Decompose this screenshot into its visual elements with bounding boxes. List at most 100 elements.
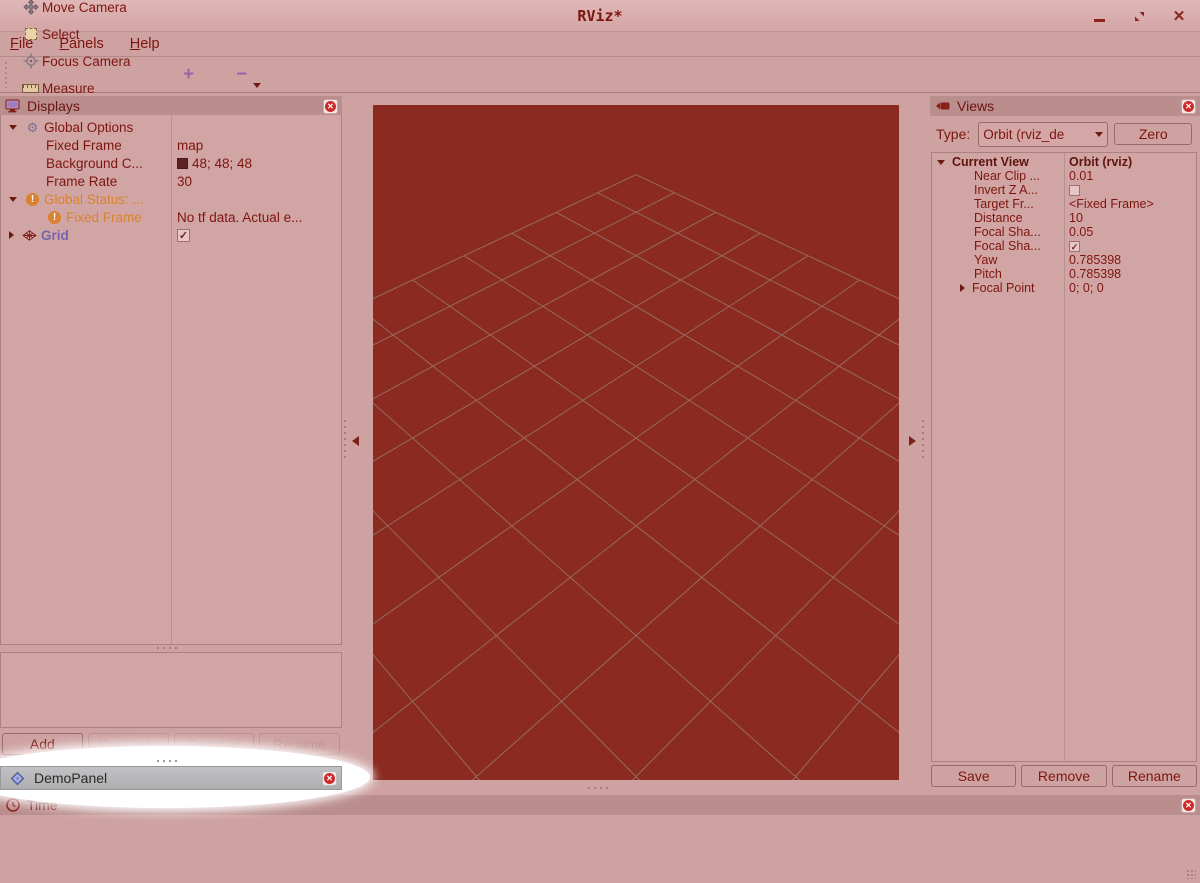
toolbar-drag-handle[interactable] [5,62,9,88]
display-tree-row[interactable]: Grid ✓ [1,226,341,244]
views-tree-row[interactable]: Near Clip ... 0.01 [932,169,1196,183]
tree-row-value[interactable] [1064,185,1196,196]
views-tree-row[interactable]: Yaw0.785398 [932,253,1196,267]
tree-row-value[interactable]: ✓ [1064,241,1196,252]
tree-row-value[interactable]: 10 [1064,211,1196,225]
tree-row-value[interactable]: 0; 0; 0 [1064,281,1196,295]
tree-expander-icon[interactable] [9,197,17,202]
restore-icon[interactable] [1130,7,1148,25]
tree-row-name: Yaw [932,253,1064,267]
tree-row-value[interactable]: 0.785398 [1064,253,1196,267]
displays-panel-header[interactable]: Displays ✕ [0,96,342,116]
checkbox[interactable] [1069,185,1080,196]
grid-icon [21,227,38,244]
display-tree-row[interactable]: ⚙Global Options [1,118,341,136]
remove-tool-button[interactable]: − [226,64,257,86]
tool-label: Measure [42,81,95,96]
tree-row-name: !Fixed Frame [1,209,171,226]
demo-panel-close-icon[interactable]: ✕ [322,771,337,786]
splitter-handle[interactable] [157,647,179,649]
move-icon [22,0,39,16]
focus-icon [22,53,39,70]
zero-button[interactable]: Zero [1114,123,1192,145]
views-tree-row[interactable]: Pitch0.785398 [932,267,1196,281]
splitter-handle[interactable] [588,787,610,789]
title-bar[interactable]: RViz* ✕ [0,0,1200,32]
toolbar: ☝InteractMove CameraSelectFocus CameraMe… [0,57,1200,93]
tool-move-camera[interactable]: Move Camera [13,0,159,21]
splitter-handle[interactable] [922,420,924,462]
resize-grip[interactable] [1186,869,1196,879]
display-tree-row[interactable]: !Fixed FrameNo tf data. Actual e... [1,208,341,226]
tree-row-label: Grid [41,228,69,243]
tree-row-label: Near Clip ... [974,169,1040,183]
views-tree-row[interactable]: Current ViewOrbit (rviz) [932,155,1196,169]
tree-row-name: Grid [1,227,171,244]
views-tree-row[interactable]: Target Fr...<Fixed Frame> [932,197,1196,211]
save-button[interactable]: Save [931,765,1016,787]
rviz-window: RViz* ✕ FilePanelsHelp ☝InteractMove Cam… [0,0,1200,883]
tree-row-value-text: map [177,138,203,153]
views-panel-header[interactable]: Views ✕ [930,96,1200,116]
add-tool-button[interactable]: + [173,64,204,86]
tree-row-value[interactable]: 30 [171,174,341,189]
tree-expander-icon[interactable] [960,284,965,292]
tree-row-value[interactable]: No tf data. Actual e... [171,210,341,225]
tree-row-value[interactable]: ✓ [171,229,341,242]
display-tree-row[interactable]: Fixed Framemap [1,136,341,154]
views-tree-row[interactable]: Invert Z A... [932,183,1196,197]
time-panel-body: ROS Time:ROS Elapsed:Wall Time:Wall Elap… [0,815,1200,883]
views-tree-row[interactable]: Distance10 [932,211,1196,225]
tree-row-label: Focal Point [972,281,1035,295]
minimize-icon[interactable] [1090,7,1108,25]
tree-row-value[interactable]: <Fixed Frame> [1064,197,1196,211]
splitter-handle[interactable] [157,760,179,762]
time-close-icon[interactable]: ✕ [1181,798,1196,813]
tree-row-label: Frame Rate [46,174,117,189]
collapse-right-icon[interactable] [909,436,916,446]
tree-row-value-text: 0; 0; 0 [1069,281,1104,295]
ground-grid [373,105,899,780]
close-window-icon[interactable]: ✕ [1170,7,1188,25]
displays-panel-title: Displays [27,98,80,114]
tree-row-value[interactable]: 48; 48; 48 [171,156,341,171]
views-tree-row[interactable]: Focal Sha...✓ [932,239,1196,253]
views-tree-row[interactable]: Focal Point 0; 0; 0 [932,281,1196,295]
checkbox[interactable]: ✓ [177,229,190,242]
tree-row-value-text: Orbit (rviz) [1069,155,1132,169]
tree-row-label: Global Options [44,120,133,135]
tool-label: Focus Camera [42,54,131,69]
displays-close-icon[interactable]: ✕ [323,99,338,114]
views-tree-row[interactable]: Focal Sha... 0.05 [932,225,1196,239]
tree-row-value-text: <Fixed Frame> [1069,197,1154,211]
display-tree-row[interactable]: Frame Rate 30 [1,172,341,190]
tree-row-label: Focal Sha... [974,225,1041,239]
warning-icon: ! [24,191,41,208]
display-tree-row[interactable]: Background C...48; 48; 48 [1,154,341,172]
tree-row-value[interactable]: 0.785398 [1064,267,1196,281]
splitter-handle[interactable] [344,420,346,462]
tree-row-name: !Global Status: ... [1,191,171,208]
ruler-icon [22,80,39,97]
display-tree-row[interactable]: !Global Status: ... [1,190,341,208]
tree-row-label: Invert Z A... [974,183,1038,197]
demo-panel-header[interactable]: DemoPanel ✕ [0,766,342,790]
view-type-dropdown[interactable]: Orbit (rviz_de [978,122,1108,147]
collapse-left-icon[interactable] [352,436,359,446]
tree-row-value[interactable]: 0.01 [1064,169,1196,183]
chevron-down-icon [253,83,261,88]
tree-expander-icon[interactable] [9,231,14,239]
remove-button[interactable]: Remove [1021,765,1106,787]
tree-row-value[interactable]: 0.05 [1064,225,1196,239]
tool-focus-camera[interactable]: Focus Camera [13,48,159,75]
tree-expander-icon[interactable] [9,125,17,130]
panel-diamond-icon [9,770,26,787]
tool-select[interactable]: Select [13,21,159,48]
checkbox[interactable]: ✓ [1069,241,1080,252]
tree-row-value[interactable]: map [171,138,341,153]
tree-expander-icon[interactable] [937,160,945,165]
render-viewport-3d[interactable] [373,105,899,780]
tree-row-value[interactable]: Orbit (rviz) [1064,155,1196,169]
views-close-icon[interactable]: ✕ [1181,99,1196,114]
rename-button[interactable]: Rename [1112,765,1197,787]
